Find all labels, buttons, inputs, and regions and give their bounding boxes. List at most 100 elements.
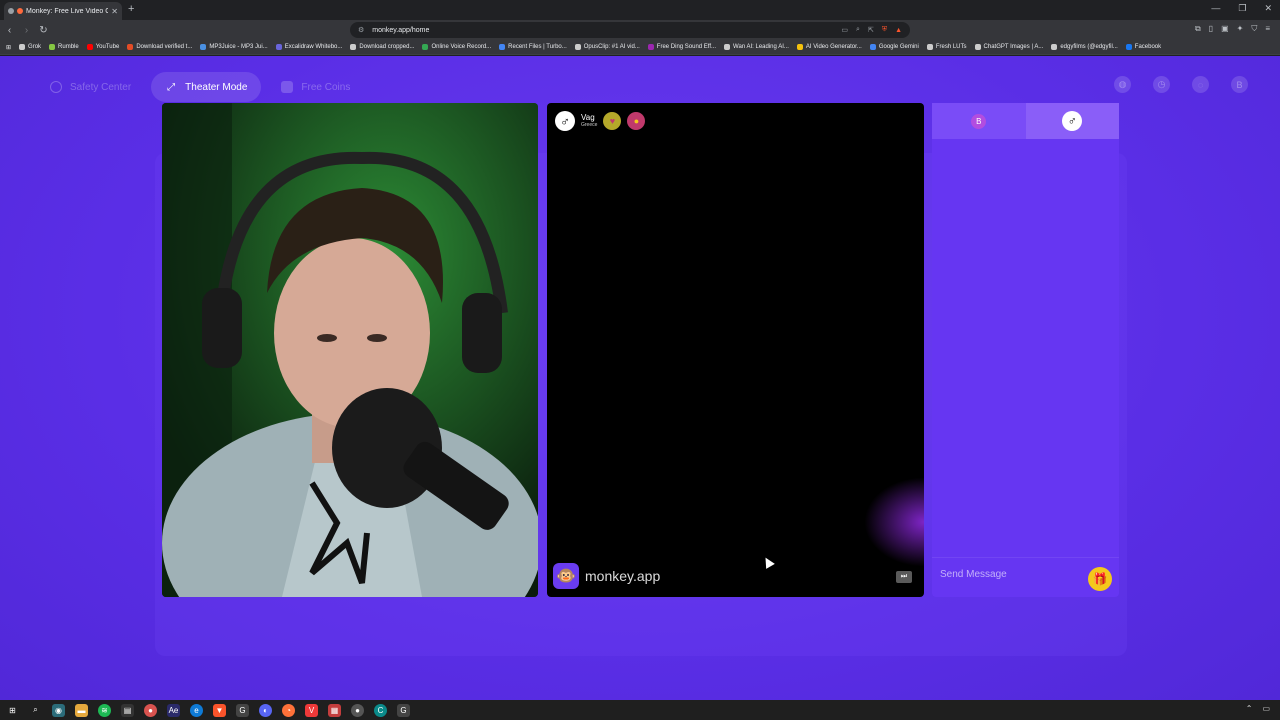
bookmark-item[interactable]: Online Voice Record... bbox=[422, 44, 491, 50]
app-icon[interactable]: ● bbox=[351, 703, 364, 717]
profile-avatar[interactable]: B bbox=[1231, 76, 1248, 93]
bookmark-item[interactable]: edgyfilms (@edgyfil... bbox=[1051, 44, 1118, 50]
local-camera-feed bbox=[162, 103, 538, 597]
bookmark-item[interactable]: Fresh LUTs bbox=[926, 44, 967, 50]
chat-tab-me[interactable]: B bbox=[932, 103, 1026, 139]
obs-icon[interactable]: ● bbox=[144, 703, 157, 717]
safety-center-label: Safety Center bbox=[70, 81, 132, 93]
bookmark-favicon-icon bbox=[200, 44, 207, 50]
bookmark-item[interactable]: Google Gemini bbox=[869, 44, 919, 50]
address-bar[interactable]: ⚙ monkey.app/home ▭ ⌕ ⇱ ⛨ ▲ bbox=[350, 22, 910, 38]
search-icon[interactable]: ⌕ bbox=[29, 704, 42, 717]
copilot-icon[interactable]: ◉ bbox=[52, 703, 65, 717]
bookmark-item[interactable]: AI Video Generator... bbox=[796, 44, 862, 50]
heart-badge-icon: ♥ bbox=[603, 112, 622, 130]
messages-icon[interactable]: ◌ bbox=[1192, 76, 1209, 93]
extensions-icon[interactable]: ⧉ bbox=[1195, 24, 1201, 34]
bookmark-favicon-icon bbox=[647, 44, 654, 50]
remote-user-badge[interactable]: ♂ Vag Greece ♥ ● bbox=[555, 111, 646, 131]
bookmark-item[interactable]: Excalidraw Whitebo... bbox=[275, 44, 343, 50]
share-icon[interactable]: ⇱ bbox=[868, 26, 874, 34]
bookmark-item[interactable]: Download verified t... bbox=[127, 44, 192, 50]
send-message-input[interactable] bbox=[940, 566, 1080, 582]
new-tab-button[interactable]: + bbox=[128, 3, 134, 15]
history-icon[interactable]: ◷ bbox=[1153, 76, 1170, 93]
capcut-icon[interactable]: ▦ bbox=[328, 703, 341, 717]
safety-center-button[interactable]: Safety Center bbox=[36, 72, 145, 102]
brave-rewards-icon[interactable]: ▲ bbox=[895, 27, 902, 34]
reload-icon[interactable]: ↻ bbox=[36, 25, 51, 36]
notification-icon[interactable]: ▭ bbox=[1262, 704, 1270, 713]
cursor-app-icon[interactable]: C bbox=[374, 703, 387, 717]
remote-user-country: Greece bbox=[581, 122, 598, 128]
monkey-badge-icon: ● bbox=[627, 112, 646, 130]
gift-button-icon[interactable]: 🎁 bbox=[1088, 567, 1112, 591]
grok-icon[interactable]: G bbox=[236, 703, 249, 717]
bookmark-item[interactable]: Recent Files | Turbo... bbox=[499, 44, 567, 50]
menu-icon[interactable]: ≡ bbox=[1265, 24, 1270, 34]
skip-next-button[interactable]: ⏭ bbox=[896, 571, 912, 583]
file-explorer-icon[interactable]: ▬ bbox=[75, 703, 88, 717]
brave-icon[interactable]: ▼ bbox=[213, 703, 226, 717]
firefox-icon[interactable]: ◔ bbox=[282, 703, 295, 717]
toolbar-right-icons: ⧉ ▯ ▣ ✦ ⛉ ≡ bbox=[1195, 24, 1270, 34]
spotify-icon[interactable]: ≋ bbox=[98, 703, 111, 717]
shield-icon[interactable]: ⛉ bbox=[1251, 24, 1257, 34]
bookmark-item[interactable]: YouTube bbox=[86, 44, 119, 50]
vivaldi-icon[interactable]: V bbox=[305, 703, 318, 717]
bookmark-favicon-icon bbox=[1125, 44, 1132, 50]
forward-icon[interactable]: › bbox=[19, 25, 34, 36]
windows-start-icon[interactable]: ⊞ bbox=[6, 704, 19, 717]
tray-chevron-icon[interactable]: ⌃ bbox=[1246, 704, 1253, 713]
bookmark-favicon-icon bbox=[86, 44, 93, 50]
coins-icon bbox=[281, 81, 294, 93]
restore-button[interactable]: ❐ bbox=[1238, 3, 1246, 14]
after-effects-icon[interactable]: Ae bbox=[167, 703, 180, 717]
tab-close-icon[interactable]: ✕ bbox=[111, 7, 118, 16]
bookmark-favicon-icon bbox=[422, 44, 429, 50]
chat-input-bar: 🎁 bbox=[932, 557, 1119, 597]
apps-icon[interactable]: ⊞ bbox=[6, 44, 11, 51]
shield-check-icon bbox=[50, 81, 62, 93]
bookmark-item[interactable]: MP3Juice - MP3 Jui... bbox=[200, 44, 268, 50]
bookmark-item[interactable]: Facebook bbox=[1125, 44, 1161, 50]
edge-icon[interactable]: e bbox=[190, 703, 203, 717]
gender-male-icon: ♂ bbox=[555, 111, 575, 131]
discord-icon[interactable]: ◐ bbox=[259, 703, 272, 717]
bookmark-label: OpusClip: #1 AI vid... bbox=[583, 44, 640, 50]
chat-app-icon[interactable]: G bbox=[397, 703, 410, 717]
store-icon[interactable]: ◍ bbox=[1114, 76, 1131, 93]
notes-icon[interactable]: ▤ bbox=[121, 703, 134, 717]
bookmark-item[interactable]: ChatGPT Images | A... bbox=[974, 44, 1043, 50]
bookmark-item[interactable]: OpusClip: #1 AI vid... bbox=[574, 44, 640, 50]
site-info-icon[interactable]: ⚙ bbox=[358, 26, 364, 34]
theater-mode-button[interactable]: ⤢ Theater Mode bbox=[151, 72, 262, 102]
sidebar-icon[interactable]: ▯ bbox=[1209, 24, 1213, 34]
chat-tab-partner[interactable]: ♂ bbox=[1025, 103, 1119, 139]
free-coins-button[interactable]: Free Coins bbox=[267, 72, 364, 102]
wallet-icon[interactable]: ▣ bbox=[1221, 24, 1229, 34]
close-window-button[interactable]: ✕ bbox=[1264, 3, 1272, 14]
zoom-icon[interactable]: ⌕ bbox=[856, 26, 860, 34]
bookmark-item[interactable]: Wan AI: Leading AI... bbox=[724, 44, 789, 50]
bookmark-favicon-icon bbox=[499, 44, 506, 50]
bookmark-item[interactable]: Rumble bbox=[49, 44, 79, 50]
top-nav: Safety Center ⤢ Theater Mode Free Coins bbox=[36, 72, 364, 102]
bookmark-favicon-icon bbox=[724, 44, 731, 50]
browser-tab[interactable]: Monkey: Free Live Video Chat ✕ bbox=[4, 2, 122, 20]
webcam-person-image bbox=[162, 103, 538, 597]
bookmark-item[interactable]: Download cropped... bbox=[350, 44, 414, 50]
cast-icon[interactable]: ▭ bbox=[841, 26, 848, 34]
bookmark-label: Free Ding Sound Eff... bbox=[656, 44, 717, 50]
brave-shield-icon[interactable]: ⛨ bbox=[882, 26, 887, 34]
back-icon[interactable]: ‹ bbox=[2, 25, 17, 36]
bookmark-label: Rumble bbox=[58, 44, 79, 50]
bookmark-item[interactable]: Grok bbox=[19, 44, 41, 50]
bookmark-item[interactable]: Free Ding Sound Eff... bbox=[647, 44, 717, 50]
monkey-favicon-icon bbox=[17, 8, 23, 14]
bookmark-label: Wan AI: Leading AI... bbox=[733, 44, 789, 50]
bookmark-favicon-icon bbox=[127, 44, 134, 50]
bookmark-label: Excalidraw Whitebo... bbox=[284, 44, 343, 50]
minimize-button[interactable]: — bbox=[1211, 3, 1220, 14]
vpn-icon[interactable]: ✦ bbox=[1237, 24, 1244, 34]
